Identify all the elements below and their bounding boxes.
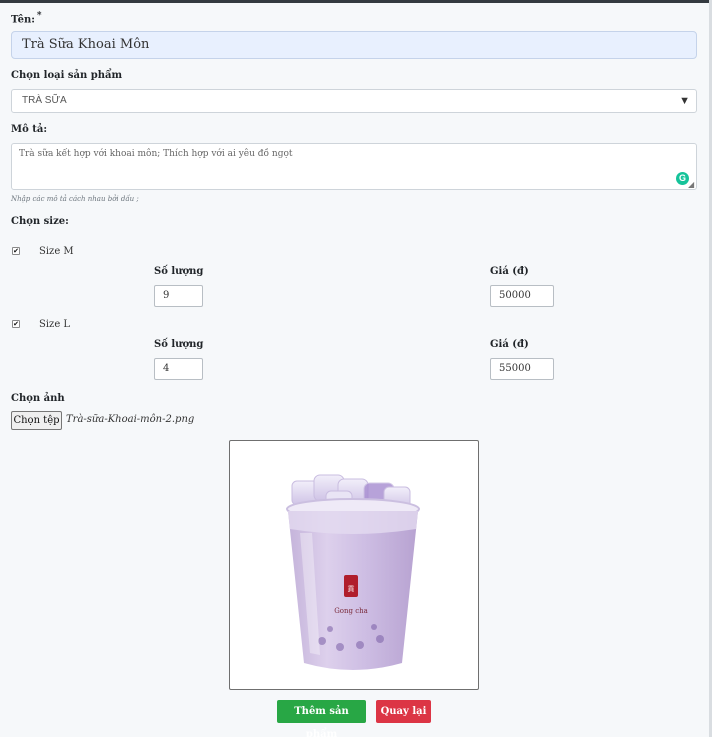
name-input-value: Trà Sữa Khoai Môn <box>22 37 150 52</box>
size-m-qty-input[interactable]: 9 <box>154 285 203 307</box>
svg-text:貢: 貢 <box>348 585 355 593</box>
back-button[interactable]: Quay lại <box>376 700 431 723</box>
bubble-tea-image: 貢 Gong cha <box>286 474 420 670</box>
size-m-qty-value: 9 <box>163 290 170 301</box>
size-l-label: Size L <box>39 319 71 330</box>
size-m-price-label: Giá (đ) <box>490 266 529 277</box>
file-name: Trà-sữa-Khoai-môn-2.png <box>66 414 195 425</box>
choose-file-button[interactable]: Chọn tệp <box>11 411 62 430</box>
required-mark: * <box>36 11 42 21</box>
name-label-text: Tên: <box>11 14 35 26</box>
size-l-price-label: Giá (đ) <box>490 339 529 350</box>
description-label: Mô tả: <box>11 124 48 135</box>
size-m-price-input[interactable]: 50000 <box>490 285 554 307</box>
check-icon: ✔ <box>13 247 19 255</box>
category-select-value: TRÀ SỮA <box>22 95 67 106</box>
size-m-label: Size M <box>39 246 74 257</box>
size-l-price-value: 55000 <box>499 363 531 374</box>
size-l-price-input[interactable]: 55000 <box>490 358 554 380</box>
size-m-qty-label: Số lượng <box>154 266 204 277</box>
cup-logo-text: Gong cha <box>334 607 368 615</box>
description-hint: Nhập các mô tả cách nhau bởi dấu ; <box>11 195 139 203</box>
name-input[interactable]: Trà Sữa Khoai Môn <box>11 31 697 59</box>
size-l-checkbox[interactable]: ✔ <box>12 320 20 328</box>
size-m-checkbox[interactable]: ✔ <box>12 247 20 255</box>
image-preview: 貢 Gong cha <box>229 440 479 690</box>
add-product-button[interactable]: Thêm sản phẩm <box>277 700 366 737</box>
size-l-qty-value: 4 <box>163 363 170 374</box>
resize-grip-icon[interactable]: ◢ <box>688 181 696 189</box>
description-textarea[interactable]: Trà sữa kết hợp với khoai môn; Thích hợp… <box>11 143 697 190</box>
category-select[interactable]: TRÀ SỮA ▼ <box>11 89 697 113</box>
image-label: Chọn ảnh <box>11 393 65 404</box>
top-bar <box>0 0 712 3</box>
chevron-down-icon: ▼ <box>679 95 690 107</box>
check-icon: ✔ <box>13 320 19 328</box>
category-label: Chọn loại sản phẩm <box>11 70 123 81</box>
description-value: Trà sữa kết hợp với khoai môn; Thích hợp… <box>19 149 293 159</box>
size-l-qty-input[interactable]: 4 <box>154 358 203 380</box>
size-l-qty-label: Số lượng <box>154 339 204 350</box>
name-label: Tên: * <box>11 11 42 25</box>
size-label: Chọn size: <box>11 216 69 227</box>
size-m-price-value: 50000 <box>499 290 531 301</box>
